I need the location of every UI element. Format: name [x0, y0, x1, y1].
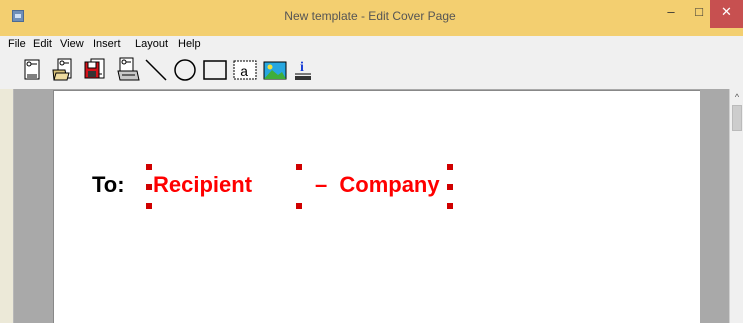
menu-insert[interactable]: Insert — [93, 38, 121, 50]
line-icon[interactable] — [143, 56, 169, 84]
title-bar[interactable]: New template - Edit Cover Page – □ ✕ — [0, 0, 743, 36]
selection-handle[interactable] — [447, 203, 453, 209]
field-tool-label: i — [300, 60, 304, 75]
menu-bar: File Edit View Insert Layout Help — [0, 36, 743, 53]
scroll-up-arrow-icon[interactable]: ^ — [730, 89, 743, 105]
recipient-field[interactable]: Recipient — [153, 172, 252, 198]
toolbar: a i — [0, 53, 743, 89]
window-title: New template - Edit Cover Page — [284, 9, 456, 23]
field-separator: – — [315, 172, 328, 197]
menu-file[interactable]: File — [8, 38, 26, 50]
app-icon[interactable] — [12, 10, 24, 22]
save-disk-icon[interactable] — [83, 56, 109, 84]
minimize-button[interactable]: – — [656, 0, 686, 28]
menu-help[interactable]: Help — [178, 38, 201, 50]
open-folder-icon[interactable] — [51, 56, 75, 84]
selection-handle[interactable] — [447, 184, 453, 190]
new-page-icon[interactable] — [22, 56, 44, 84]
selection-handle[interactable] — [146, 164, 152, 170]
to-label[interactable]: To: — [92, 172, 125, 198]
scroll-thumb[interactable] — [732, 105, 742, 131]
selection-handle[interactable] — [296, 164, 302, 170]
menu-edit[interactable]: Edit — [33, 38, 52, 50]
menu-layout[interactable]: Layout — [135, 38, 168, 50]
selection-handle[interactable] — [146, 203, 152, 209]
vertical-scrollbar[interactable]: ^ — [729, 89, 743, 323]
print-icon[interactable] — [115, 56, 141, 84]
close-button[interactable]: ✕ — [710, 0, 743, 28]
rectangle-icon[interactable] — [202, 56, 228, 84]
picture-icon[interactable] — [262, 56, 288, 84]
left-ruler — [0, 89, 14, 323]
circle-icon[interactable] — [172, 56, 198, 84]
text-tool-label: a — [240, 65, 248, 81]
text-box-icon[interactable]: a — [232, 56, 258, 84]
selection-handle[interactable] — [447, 164, 453, 170]
info-field-icon[interactable]: i — [292, 56, 314, 84]
selection-handle[interactable] — [296, 203, 302, 209]
selection-handle[interactable] — [146, 184, 152, 190]
company-field[interactable]: – Company — [315, 172, 440, 198]
company-field-label: Company — [339, 172, 440, 197]
menu-view[interactable]: View — [60, 38, 84, 50]
